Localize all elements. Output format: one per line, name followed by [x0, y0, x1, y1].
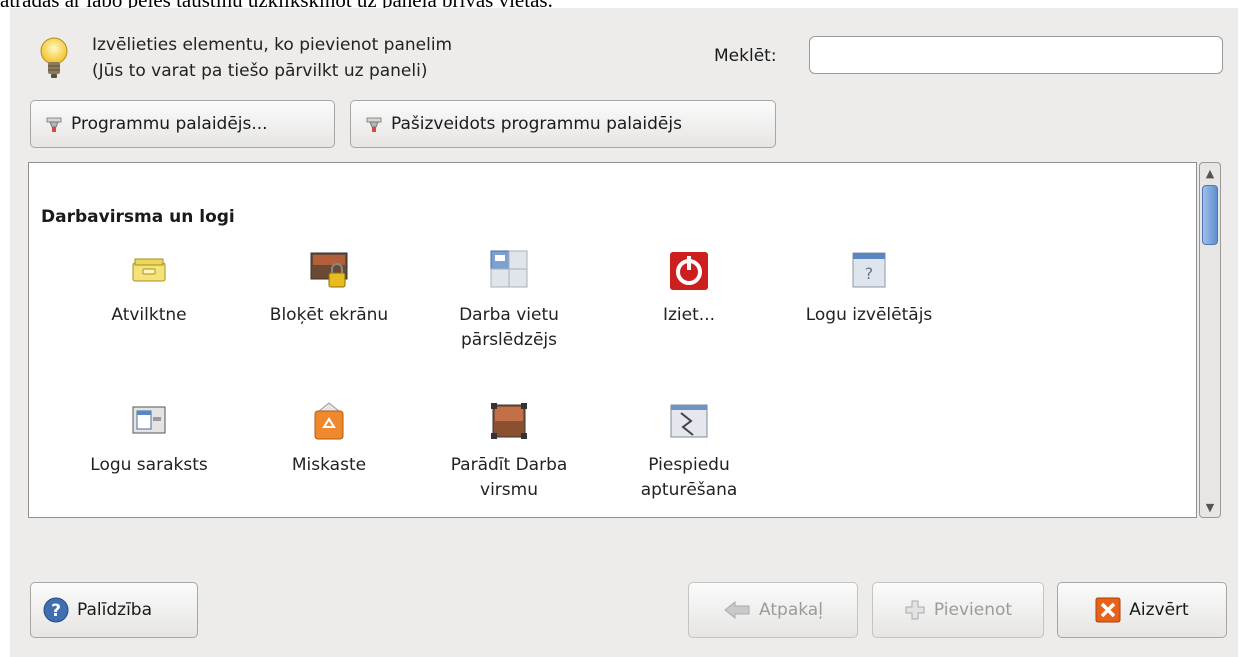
scrollbar-thumb[interactable]: [1202, 185, 1218, 245]
applet-list: Darbavirsma un logi Atvilktne Bloķēt ekr…: [28, 162, 1197, 518]
close-button[interactable]: Aizvērt: [1057, 582, 1227, 638]
section-title: Darbavirsma un logi: [41, 207, 235, 227]
list-item-drawer[interactable]: Atvilktne: [59, 249, 239, 328]
program-launcher-button[interactable]: Programmu palaidējs...: [30, 100, 335, 148]
show-desktop-icon: [491, 403, 527, 439]
window-list-icon: [132, 406, 166, 434]
list-item-force-quit[interactable]: Piespiedu apturēšana: [599, 399, 779, 503]
program-launcher-label: Programmu palaidējs...: [71, 114, 268, 134]
add-label: Pievienot: [933, 600, 1013, 620]
back-arrow-icon: [724, 600, 750, 620]
lightbulb-icon: [40, 37, 68, 78]
instructions-line2: (Jūs to varat pa tiešo pārvilkt uz panel…: [92, 61, 428, 81]
trash-icon: [314, 402, 344, 440]
list-item-window-selector[interactable]: ? Logu izvēlētājs: [779, 249, 959, 328]
item-label: Logu izvēlētājs: [805, 305, 933, 325]
logout-icon: [670, 252, 708, 290]
item-label: Logu saraksts: [90, 455, 208, 475]
item-label: Darba vietu pārslēdzējs: [459, 305, 559, 350]
custom-launcher-button[interactable]: Pašizveidots programmu palaidējs: [350, 100, 776, 148]
close-label: Aizvērt: [1129, 600, 1189, 620]
close-icon: [1095, 597, 1121, 623]
list-item-lock-screen[interactable]: Bloķēt ekrānu: [239, 249, 419, 328]
list-item-trash[interactable]: Miskaste: [239, 399, 419, 478]
svg-text:?: ?: [51, 601, 61, 621]
svg-text:?: ?: [865, 264, 874, 283]
launcher-icon: [46, 117, 62, 132]
back-button[interactable]: Atpakaļ: [688, 582, 858, 638]
add-to-panel-dialog: Izvēlieties elementu, ko pievienot panel…: [10, 8, 1238, 657]
vertical-scrollbar[interactable]: ▲ ▼: [1199, 162, 1221, 518]
instructions: Izvēlieties elementu, ko pievienot panel…: [92, 32, 452, 84]
list-item-logout[interactable]: Iziet...: [599, 249, 779, 328]
item-label: Iziet...: [663, 305, 715, 325]
help-icon: ?: [43, 597, 69, 623]
scroll-down-arrow-icon[interactable]: ▼: [1200, 497, 1220, 517]
window-selector-icon: ?: [852, 252, 886, 288]
plus-icon: [905, 600, 925, 620]
item-label: Atvilktne: [111, 305, 187, 325]
list-item-window-list[interactable]: Logu saraksts: [59, 399, 239, 478]
list-item-workspace-switcher[interactable]: Darba vietu pārslēdzējs: [419, 249, 599, 353]
add-button[interactable]: Pievienot: [872, 582, 1044, 638]
item-label: Piespiedu apturēšana: [640, 455, 738, 500]
search-label: Meklēt:: [714, 46, 777, 66]
item-label: Bloķēt ekrānu: [269, 305, 389, 325]
list-item-show-desktop[interactable]: Parādīt Darba virsmu: [419, 399, 599, 503]
lock-screen-icon: [310, 252, 348, 288]
force-quit-icon: [670, 404, 708, 438]
drawer-icon: [132, 258, 166, 282]
help-label: Palīdzība: [77, 600, 152, 620]
item-label: Miskaste: [291, 455, 367, 475]
item-label: Parādīt Darba virsmu: [450, 455, 568, 500]
instructions-line1: Izvēlieties elementu, ko pievienot panel…: [92, 35, 453, 55]
workspace-switcher-icon: [490, 250, 528, 288]
back-label: Atpakaļ: [759, 600, 823, 620]
custom-launcher-label: Pašizveidots programmu palaidējs: [391, 114, 682, 134]
search-input[interactable]: [809, 36, 1223, 74]
scroll-up-arrow-icon[interactable]: ▲: [1200, 163, 1220, 183]
launcher-icon: [366, 117, 382, 132]
help-button[interactable]: ? Palīdzība: [30, 582, 198, 638]
